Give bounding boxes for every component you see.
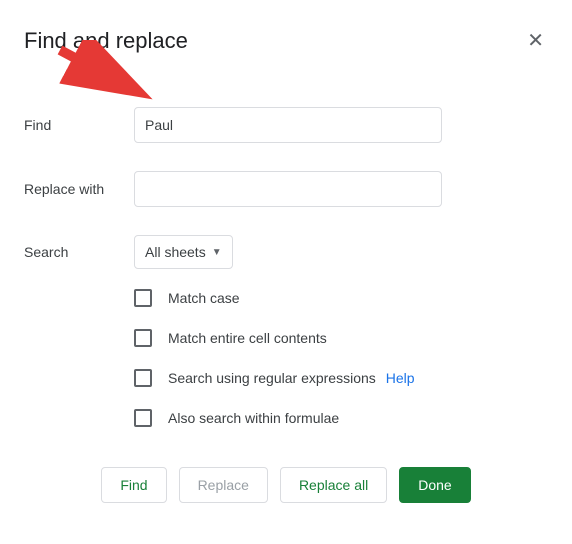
replace-all-button[interactable]: Replace all — [280, 467, 387, 503]
find-label: Find — [24, 117, 134, 133]
match-case-label: Match case — [168, 290, 240, 306]
regex-label: Search using regular expressions — [168, 370, 376, 386]
formulae-label: Also search within formulae — [168, 410, 339, 426]
find-input[interactable] — [134, 107, 442, 143]
caret-down-icon: ▼ — [212, 247, 222, 258]
regex-checkbox[interactable] — [134, 369, 152, 387]
find-button[interactable]: Find — [101, 467, 166, 503]
close-icon[interactable]: ✕ — [523, 24, 548, 57]
regex-help-link[interactable]: Help — [386, 370, 415, 386]
formulae-checkbox[interactable] — [134, 409, 152, 427]
done-button[interactable]: Done — [399, 467, 470, 503]
replace-button[interactable]: Replace — [179, 467, 268, 503]
replace-input[interactable] — [134, 171, 442, 207]
search-label: Search — [24, 244, 134, 260]
match-entire-checkbox[interactable] — [134, 329, 152, 347]
dialog-title: Find and replace — [24, 28, 188, 54]
match-entire-label: Match entire cell contents — [168, 330, 327, 346]
replace-label: Replace with — [24, 181, 134, 197]
match-case-checkbox[interactable] — [134, 289, 152, 307]
search-scope-value: All sheets — [145, 244, 206, 260]
search-scope-select[interactable]: All sheets ▼ — [134, 235, 233, 269]
